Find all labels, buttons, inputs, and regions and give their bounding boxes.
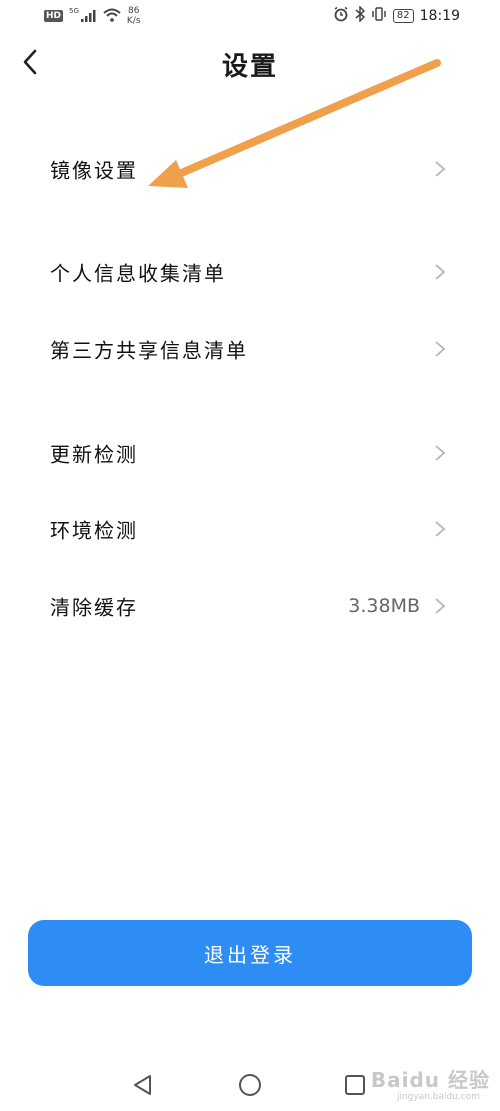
wifi-icon [103,7,121,26]
vibrate-icon [371,6,387,26]
chevron-right-icon [435,264,446,280]
chevron-right-icon [435,445,446,461]
settings-item-label: 环境检测 [50,518,138,543]
chevron-right-icon [435,598,446,614]
settings-item-clear-cache[interactable]: 清除缓存 3.38MB [0,576,500,636]
settings-item-label: 清除缓存 [50,595,138,620]
status-left: HD 5G 86 K/s [44,6,141,26]
status-bar: HD 5G 86 K/s 82 18:19 [0,0,500,34]
settings-item-label: 镜像设置 [50,158,138,183]
nav-home-button[interactable] [235,1070,265,1100]
settings-item-label: 个人信息收集清单 [50,261,226,286]
header: 设置 [0,36,500,88]
hd-badge: HD [44,10,64,22]
speed-unit: K/s [126,16,141,26]
settings-item-label: 更新检测 [50,442,138,467]
settings-item-label: 第三方共享信息清单 [50,338,248,363]
watermark-url: jingyan.baidu.com [396,1092,480,1102]
watermark-logo: Baidu 经验 [370,1068,490,1092]
nav-recents-button[interactable] [340,1070,370,1100]
alarm-icon [333,6,349,26]
settings-item-mirror[interactable]: 镜像设置 [0,139,500,199]
settings-item-env-check[interactable]: 环境检测 [0,499,500,559]
chevron-right-icon [435,341,446,357]
nav-back-button[interactable] [128,1070,158,1100]
battery-indicator: 82 [392,9,414,23]
settings-item-personal-info[interactable]: 个人信息收集清单 [0,242,500,302]
clock: 18:19 [419,8,460,24]
network-type: 5G [69,7,79,15]
square-recents-icon [345,1075,365,1095]
settings-item-update-check[interactable]: 更新检测 [0,423,500,483]
circle-home-icon [239,1074,261,1096]
chevron-right-icon [435,521,446,537]
settings-item-third-party[interactable]: 第三方共享信息清单 [0,319,500,379]
page-title: 设置 [221,52,278,82]
bluetooth-icon [355,5,366,26]
signal-icon [80,7,97,26]
chevron-right-icon [435,161,446,177]
triangle-back-icon [134,1075,151,1095]
speed-value: 86 [127,6,140,16]
network-speed: 86 K/s [127,6,141,26]
logout-button[interactable]: 退出登录 [28,920,472,986]
status-right: 82 18:19 [333,5,460,26]
cache-size-value: 3.38MB [348,595,420,617]
